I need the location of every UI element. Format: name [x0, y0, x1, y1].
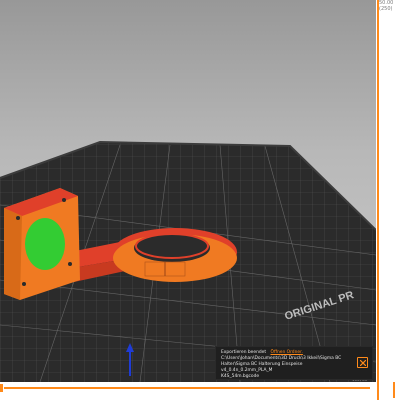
- notification-title: Exportieren beendet: [221, 350, 267, 355]
- open-folder-link[interactable]: Öffnen Ordner.: [270, 350, 302, 355]
- notification-path-line: Halter\Sigma BC Halterung Einspeise v4_0…: [221, 362, 303, 373]
- 3d-viewport[interactable]: ORIGINAL PR: [0, 0, 376, 382]
- export-notification: Exportieren beendet Öffnen Ordner. C:\Us…: [215, 346, 373, 380]
- scene-canvas[interactable]: ORIGINAL PR: [0, 0, 376, 382]
- notification-path-line: K4S_54m.bgcode: [221, 374, 260, 379]
- move-slider-horizontal[interactable]: 100780: [0, 377, 376, 400]
- move-slider-track[interactable]: [4, 387, 370, 389]
- layer-number-value: (250): [379, 6, 393, 12]
- layer-slider-bottom-handle[interactable]: [378, 380, 398, 398]
- green-disc: [25, 218, 65, 270]
- layer-slider-track[interactable]: [377, 0, 379, 400]
- close-icon[interactable]: [357, 357, 368, 368]
- layer-slider-vertical[interactable]: 50.00 (250): [376, 0, 400, 400]
- layer-slider-top-label: 50.00 (250): [379, 0, 400, 12]
- move-slider-handle[interactable]: [0, 384, 3, 392]
